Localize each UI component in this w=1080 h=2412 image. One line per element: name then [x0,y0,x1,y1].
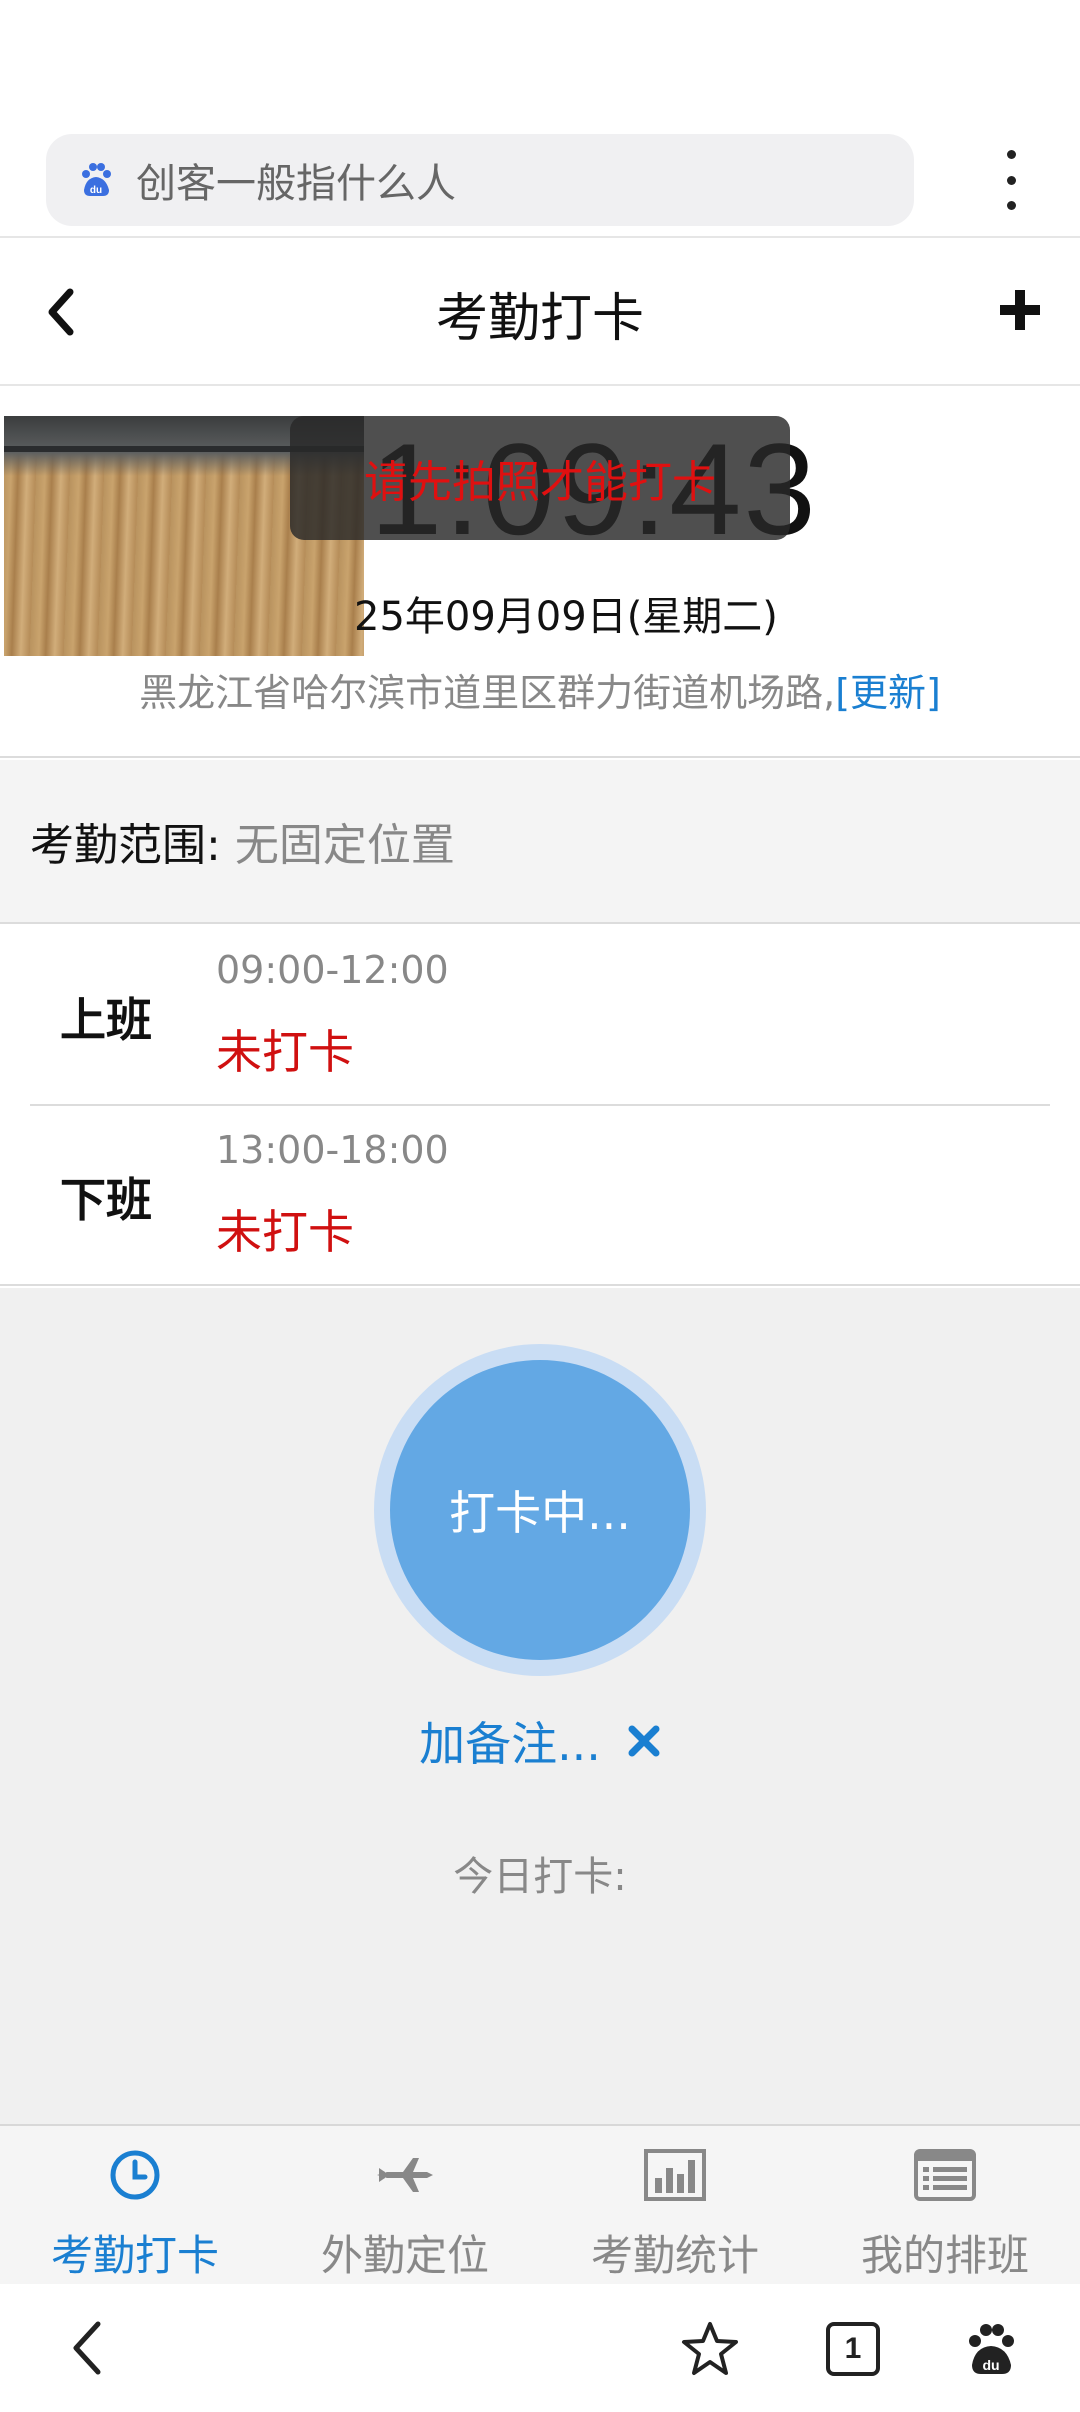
browser-back-icon[interactable] [66,2318,106,2378]
punch-button[interactable]: 打卡中... [390,1360,690,1660]
range-label: 考勤范围: [30,820,221,871]
bar-chart-icon [644,2149,706,2201]
tab-label: 外勤定位 [320,2231,489,2280]
baidu-paw-icon: du [82,163,111,196]
browser-nav-bar: 1 du [0,2284,1080,2412]
clock-icon [110,2150,160,2200]
more-menu-icon[interactable] [996,150,1026,210]
tab-statistics[interactable]: 考勤统计 [540,2126,810,2284]
svg-text:du: du [982,2357,999,2373]
refresh-location-link[interactable]: [更新] [835,671,941,715]
punch-button-label: 打卡中... [449,1486,631,1540]
clock-section: 1:09:43 请先拍照才能打卡 25年09月09日(星期二) 黑龙江省哈尔滨市… [0,388,1080,758]
add-note-link[interactable]: 加备注... [419,1708,601,1774]
tab-my-schedule[interactable]: 我的排班 [810,2126,1080,2284]
location-address: 黑龙江省哈尔滨市道里区群力街道机场路,[更新] [0,662,1080,717]
shift-status: 未打卡 [216,1205,354,1259]
airplane-icon [377,2158,433,2192]
tab-label: 考勤打卡 [50,2231,219,2280]
bottom-tab-bar: 考勤打卡 外勤定位 考勤统计 我的排班 [0,2124,1080,2284]
browser-address-bar: du 创客一般指什么人 [0,120,1080,238]
photo-required-toast: 请先拍照才能打卡 [290,416,790,540]
search-box[interactable]: du 创客一般指什么人 [46,134,914,226]
note-row: 加备注... [0,1708,1080,1774]
svg-text:du: du [90,185,102,196]
bookmark-star-icon[interactable] [680,2320,740,2378]
shift-row-on-duty: 上班 09:00-12:00 未打卡 [0,926,1080,1104]
search-text: 创客一般指什么人 [136,161,456,207]
tab-count-icon[interactable]: 1 [826,2322,880,2376]
status-bar [0,0,1080,120]
tab-attendance[interactable]: 考勤打卡 [0,2126,270,2284]
shift-time: 13:00-18:00 [216,1128,449,1172]
current-date: 25年09月09日(星期二) [354,594,778,640]
baidu-home-icon[interactable]: du [962,2320,1020,2378]
address-text: 黑龙江省哈尔滨市道里区群力街道机场路, [139,671,836,715]
range-value: 无固定位置 [234,820,455,871]
shift-name: 下班 [60,1173,152,1227]
shift-time: 09:00-12:00 [216,948,449,992]
toast-text: 请先拍照才能打卡 [364,457,716,508]
tab-label: 考勤统计 [590,2231,759,2280]
add-icon[interactable] [998,288,1042,332]
tab-field-location[interactable]: 外勤定位 [270,2126,540,2284]
shift-row-off-duty: 下班 13:00-18:00 未打卡 [0,1106,1080,1284]
shift-status: 未打卡 [216,1025,354,1079]
shift-name: 上班 [60,993,152,1047]
page-title: 考勤打卡 [435,289,644,349]
today-punch-label: 今日打卡: [453,1854,627,1900]
app-header: 考勤打卡 [0,240,1080,386]
shift-list: 上班 09:00-12:00 未打卡 下班 13:00-18:00 未打卡 [0,926,1080,1286]
attendance-range: 考勤范围: 无固定位置 [0,760,1080,924]
tab-label: 我的排班 [860,2231,1029,2280]
punch-area: 打卡中... 加备注... 今日打卡: [0,1288,1080,2124]
list-icon [914,2149,976,2201]
close-icon[interactable] [627,1724,661,1758]
